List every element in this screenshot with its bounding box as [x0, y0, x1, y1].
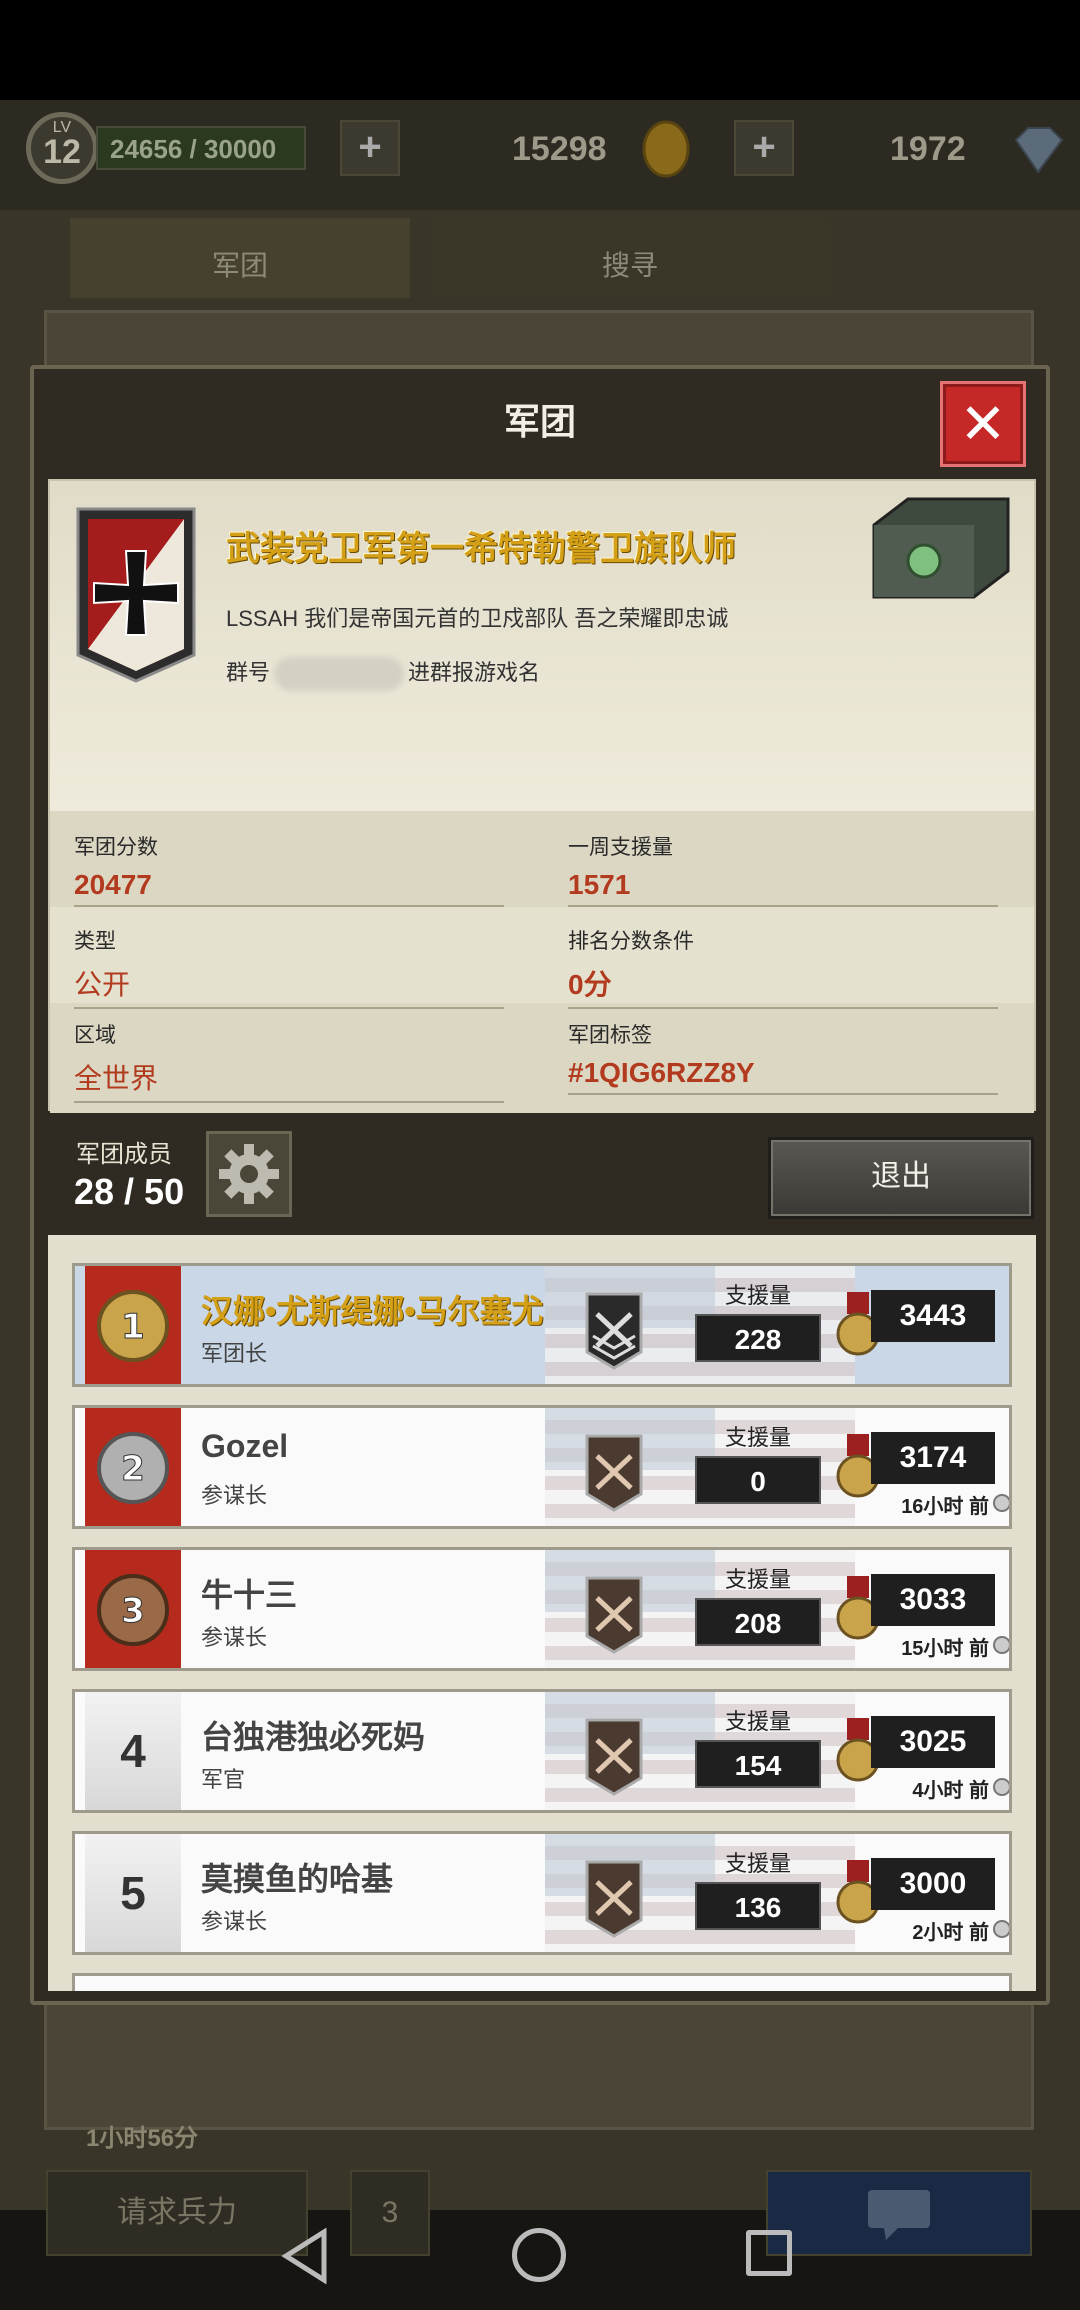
stat-weekly-support: 一周支援量 1571	[568, 831, 998, 917]
legion-group-info: 群号 进群报游戏名	[226, 655, 540, 692]
member-name: 牛十三	[201, 1577, 298, 1613]
level-badge: LV 12	[26, 112, 98, 184]
gold-icon	[642, 120, 690, 178]
member-score: 3025	[871, 1716, 995, 1768]
home-icon[interactable]	[512, 2228, 566, 2282]
members-list: 1 汉娜•尤斯缇娜•马尔塞尤 军团长 支援量 228 3443 2 Gozel …	[48, 1235, 1036, 1991]
officer-insignia-icon	[585, 1434, 643, 1512]
gear-icon	[219, 1144, 279, 1204]
redacted-group-number	[274, 657, 405, 692]
member-name: Gozel	[201, 1428, 289, 1464]
member-score: 3174	[871, 1432, 995, 1484]
rank-number: 1	[121, 1307, 145, 1347]
legion-name: 武装党卫军第一希特勒警卫旗队师	[226, 530, 736, 568]
recent-apps-icon[interactable]	[746, 2230, 792, 2276]
support-value: 0	[695, 1456, 821, 1504]
legion-stats: 军团分数 20477 一周支援量 1571 类型 公开 排名分数条件 0分 区域…	[50, 811, 1034, 1113]
officer-insignia-icon	[585, 1860, 643, 1938]
resource-bar: LV 12 24656 / 30000 + 15298 + 1972	[0, 100, 1080, 210]
legion-modal: 军团 ✕ 武装党卫军第一希特勒警卫旗队师 LSSAH 我们是帝国元首的卫戍部队 …	[30, 365, 1050, 2005]
gems-amount: 1972	[890, 130, 966, 168]
offline-status-icon	[993, 1636, 1009, 1654]
member-role: 参谋长	[201, 1909, 268, 1934]
bronze-rank-medal-icon: 3	[97, 1574, 169, 1646]
members-label: 军团成员	[76, 1141, 172, 1168]
rank-number: 3	[121, 1591, 145, 1631]
support-label: 支援量	[724, 1567, 791, 1592]
support-label: 支援量	[724, 1425, 791, 1450]
offline-status-icon	[993, 1494, 1009, 1512]
legion-header: 武装党卫军第一希特勒警卫旗队师 LSSAH 我们是帝国元首的卫戍部队 吾之荣耀即…	[50, 481, 1034, 811]
support-value: 208	[695, 1598, 821, 1646]
member-name: 莫摸鱼的哈基	[201, 1861, 394, 1897]
gem-icon	[1014, 127, 1064, 174]
members-count: 28 / 50	[74, 1171, 185, 1212]
officer-insignia-icon	[585, 1576, 643, 1654]
legion-info-card: 武装党卫军第一希特勒警卫旗队师 LSSAH 我们是帝国元首的卫戍部队 吾之荣耀即…	[48, 479, 1036, 1113]
gold-amount: 15298	[512, 130, 607, 168]
status-bar	[0, 0, 1080, 100]
support-label: 支援量	[724, 1851, 791, 1876]
member-row[interactable]: 5 莫摸鱼的哈基 参谋长 支援量 136 3000 2小时 前	[72, 1831, 1012, 1955]
tab-legion[interactable]: 军团	[70, 218, 410, 298]
member-score: 3033	[871, 1574, 995, 1626]
stat-legion-tag: 军团标签 #1QIG6RZZ8Y	[568, 1019, 998, 1105]
stat-type: 类型 公开	[74, 925, 504, 1011]
background-tabs: 军团 搜寻	[70, 218, 1030, 298]
offline-status-icon	[993, 1778, 1009, 1796]
silver-rank-medal-icon: 2	[97, 1432, 169, 1504]
supply-crate-icon[interactable]	[868, 495, 1014, 601]
last-seen-text: 16小时 前	[901, 1496, 989, 1518]
member-score: 3443	[871, 1290, 995, 1342]
timer-text: 1小时56分	[86, 2125, 199, 2152]
offline-status-icon	[993, 1920, 1009, 1938]
close-button[interactable]: ✕	[940, 381, 1026, 467]
gold-rank-medal-icon: 1	[97, 1290, 169, 1362]
rank-number: 4	[85, 1692, 181, 1810]
add-gems-button[interactable]: +	[734, 120, 794, 176]
support-value: 228	[695, 1314, 821, 1362]
back-icon[interactable]	[280, 2228, 330, 2284]
member-role: 军团长	[201, 1341, 268, 1366]
officer-insignia-icon	[585, 1718, 643, 1796]
xp-bar: 24656 / 30000	[96, 126, 306, 170]
support-label: 支援量	[724, 1709, 791, 1734]
member-row[interactable]: 3 牛十三 参谋长 支援量 208 3033 15小时 前	[72, 1547, 1012, 1671]
support-value: 136	[695, 1882, 821, 1930]
last-seen-text: 15小时 前	[901, 1638, 989, 1660]
legion-emblem-icon	[76, 507, 196, 683]
stat-region: 区域 全世界	[74, 1019, 504, 1105]
tab-search[interactable]: 搜寻	[430, 218, 830, 298]
stat-legion-score: 军团分数 20477	[74, 831, 504, 917]
stat-rank-requirement: 排名分数条件 0分	[568, 925, 998, 1011]
support-value: 154	[695, 1740, 821, 1788]
last-seen-text: 2小时 前	[912, 1922, 989, 1944]
member-row[interactable]	[72, 1973, 1012, 1991]
member-score: 3000	[871, 1858, 995, 1910]
exit-legion-button[interactable]: 退出	[768, 1137, 1034, 1219]
officer-insignia-icon	[585, 1292, 643, 1370]
member-role: 军官	[201, 1767, 246, 1792]
add-gold-button[interactable]: +	[340, 120, 400, 176]
rank-number: 2	[121, 1449, 145, 1489]
member-role: 参谋长	[201, 1483, 268, 1508]
member-role: 参谋长	[201, 1625, 268, 1650]
member-name: 汉娜•尤斯缇娜•马尔塞尤	[201, 1293, 544, 1329]
last-seen-text: 4小时 前	[912, 1780, 989, 1802]
support-label: 支援量	[724, 1283, 791, 1308]
member-name: 台独港独必死妈	[201, 1719, 426, 1755]
settings-button[interactable]	[206, 1131, 292, 1217]
legion-description: LSSAH 我们是帝国元首的卫戍部队 吾之荣耀即忠诚	[226, 606, 729, 631]
member-row[interactable]: 4 台独港独必死妈 军官 支援量 154 3025 4小时 前	[72, 1689, 1012, 1813]
rank-number: 5	[85, 1834, 181, 1952]
modal-title: 军团	[503, 401, 576, 442]
member-row[interactable]: 2 Gozel 参谋长 支援量 0 3174 16小时 前	[72, 1405, 1012, 1529]
system-nav-bar	[0, 2200, 1080, 2310]
member-row[interactable]: 1 汉娜•尤斯缇娜•马尔塞尤 军团长 支援量 228 3443	[72, 1263, 1012, 1387]
